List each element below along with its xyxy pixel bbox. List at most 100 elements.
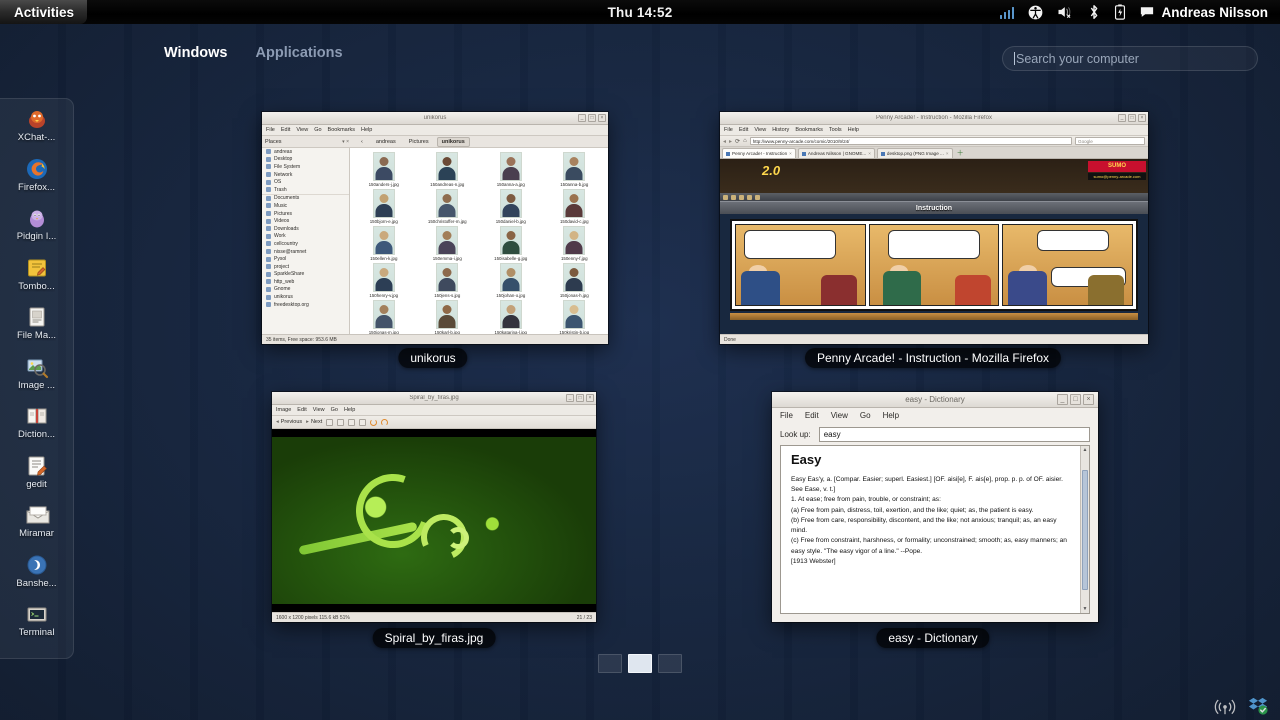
menu-file[interactable]: File [724,127,733,133]
place-item[interactable]: andreas [262,148,349,156]
place-item[interactable]: cellcountry [262,240,349,248]
place-item[interactable]: Downloads [262,225,349,233]
file-item[interactable]: 150bjorn-e.jpg [352,189,416,226]
menu-help[interactable]: Help [883,411,899,420]
place-item[interactable]: freedesktop.org [262,301,349,309]
menu-file[interactable]: File [266,127,275,133]
dropbox-synced-icon[interactable] [1248,696,1268,716]
lookup-input[interactable]: easy [819,427,1090,442]
file-item[interactable]: 150kristin-b.jpg [543,300,607,334]
menu-edit[interactable]: Edit [297,407,306,413]
window-clone-firefox[interactable]: Penny Arcade! - Instruction - Mozilla Fi… [720,112,1148,344]
tab-windows[interactable]: Windows [164,45,228,61]
minimize-icon[interactable]: _ [1057,394,1068,405]
rotate-left-icon[interactable] [370,419,377,426]
place-item[interactable]: Documents [262,194,349,203]
accessibility-icon[interactable] [1028,5,1043,20]
place-item[interactable]: Desktop [262,156,349,164]
signal-bars-icon[interactable] [1000,6,1015,19]
dash-item-banshee[interactable]: Banshe... [2,553,72,601]
zoom-fit-icon[interactable] [359,419,366,426]
dash-item-firefox[interactable]: Firefox... [2,157,72,205]
place-item[interactable]: unikorus [262,293,349,301]
place-item[interactable]: Gnome [262,286,349,294]
window-label-firefox[interactable]: Penny Arcade! - Instruction - Mozilla Fi… [805,348,1061,368]
menu-bookmarks[interactable]: Bookmarks [328,127,356,133]
reload-icon[interactable]: ⟳ [735,138,740,145]
menu-go[interactable]: Go [331,407,338,413]
file-item[interactable]: 150jens-s.jpg [416,263,480,300]
file-item[interactable]: 150emma-i.jpg [416,226,480,263]
previous-button[interactable]: ◂ Previous [276,419,302,425]
zoom-normal-icon[interactable] [348,419,355,426]
dash-item-gedit[interactable]: gedit [2,454,72,502]
maximize-icon[interactable]: □ [576,394,584,402]
menu-history[interactable]: History [772,127,789,133]
menu-go[interactable]: Go [314,127,321,133]
workspace-thumbnail-2[interactable] [628,654,652,673]
sidebar-close-icon[interactable]: ▾ × [342,139,349,145]
file-grid[interactable]: 150anders-j.jpg 150andreas-n.jpg 150anna… [350,148,608,334]
file-item[interactable]: 150jonas-h.jpg [543,263,607,300]
menu-edit[interactable]: Edit [805,411,819,420]
file-item[interactable]: 150enny-f.jpg [543,226,607,263]
tab[interactable]: Penny Arcade! - Instruction× [722,148,796,158]
maximize-icon[interactable]: □ [1128,114,1136,122]
volume-muted-icon[interactable] [1057,5,1074,19]
sidebar-header[interactable]: Places [265,139,282,145]
place-item[interactable]: Pysol [262,255,349,263]
minimize-icon[interactable]: _ [578,114,586,122]
maximize-icon[interactable]: □ [588,114,596,122]
dash-item-file-manager[interactable]: File Ma... [2,305,72,353]
next-button[interactable]: ▸ Next [306,419,322,425]
menu-edit[interactable]: Edit [739,127,748,133]
menu-help[interactable]: Help [344,407,355,413]
place-item[interactable]: Trash [262,186,349,194]
close-icon[interactable]: × [586,394,594,402]
dash-item-miramar[interactable]: Miramar [2,503,72,551]
dash-item-tomboy[interactable]: Tombo... [2,256,72,304]
search-input[interactable]: Search your computer [1002,46,1258,71]
maximize-icon[interactable]: □ [1070,394,1081,405]
workspace-thumbnail-3[interactable] [658,654,682,673]
place-item[interactable]: File System [262,163,349,171]
menu-help[interactable]: Help [848,127,859,133]
window-label-dictionary[interactable]: easy - Dictionary [876,628,989,648]
file-item[interactable]: 150anna-a.jpg [479,152,543,189]
breadcrumb-item[interactable]: Pictures [404,137,434,147]
file-item[interactable]: 150karl-b.jpg [416,300,480,334]
menu-view[interactable]: View [313,407,325,413]
wireless-broadcast-icon[interactable] [1214,696,1236,716]
ad-banner[interactable]: SUMO [1088,161,1146,172]
zoom-out-icon[interactable] [337,419,344,426]
user-menu-button[interactable]: Andreas Nilsson [1140,5,1272,20]
file-item[interactable]: 150anders-j.jpg [352,152,416,189]
file-item[interactable]: 150andreas-n.jpg [416,152,480,189]
zoom-in-icon[interactable] [326,419,333,426]
menu-help[interactable]: Help [361,127,372,133]
place-item[interactable]: Music [262,202,349,210]
menu-view[interactable]: View [831,411,848,420]
file-item[interactable]: 150johan-o.jpg [479,263,543,300]
menu-bookmarks[interactable]: Bookmarks [795,127,823,133]
definition-view[interactable]: Easy Easy Eas'y, a. [Compar. Easier; sup… [780,445,1090,614]
minimize-icon[interactable]: _ [566,394,574,402]
tab-close-icon[interactable]: × [789,151,792,156]
home-icon[interactable]: ⌂ [743,138,747,144]
place-item[interactable]: project [262,263,349,271]
dash-item-terminal[interactable]: Terminal [2,602,72,650]
dash-item-xchat[interactable]: XChat-... [2,107,72,155]
file-item[interactable]: 150david-c.jpg [543,189,607,226]
bluetooth-icon[interactable] [1088,4,1100,20]
window-clone-dictionary[interactable]: easy - Dictionary _ □ × File Edit View G… [772,392,1098,622]
breadcrumb-back-icon[interactable]: ‹ [356,137,368,147]
menu-view[interactable]: View [754,127,766,133]
place-item[interactable]: nisse@ramnet [262,248,349,256]
close-icon[interactable]: × [598,114,606,122]
scrollbar[interactable]: ▲ ▼ [1080,446,1089,613]
place-item[interactable]: Network [262,171,349,179]
tab-close-icon[interactable]: × [868,151,871,156]
file-item[interactable]: 150isabelle-g.jpg [479,226,543,263]
image-canvas[interactable] [272,429,596,612]
page-content[interactable]: 2.0 SUMO sumo@penny-arcade.com Instructi… [720,159,1148,334]
